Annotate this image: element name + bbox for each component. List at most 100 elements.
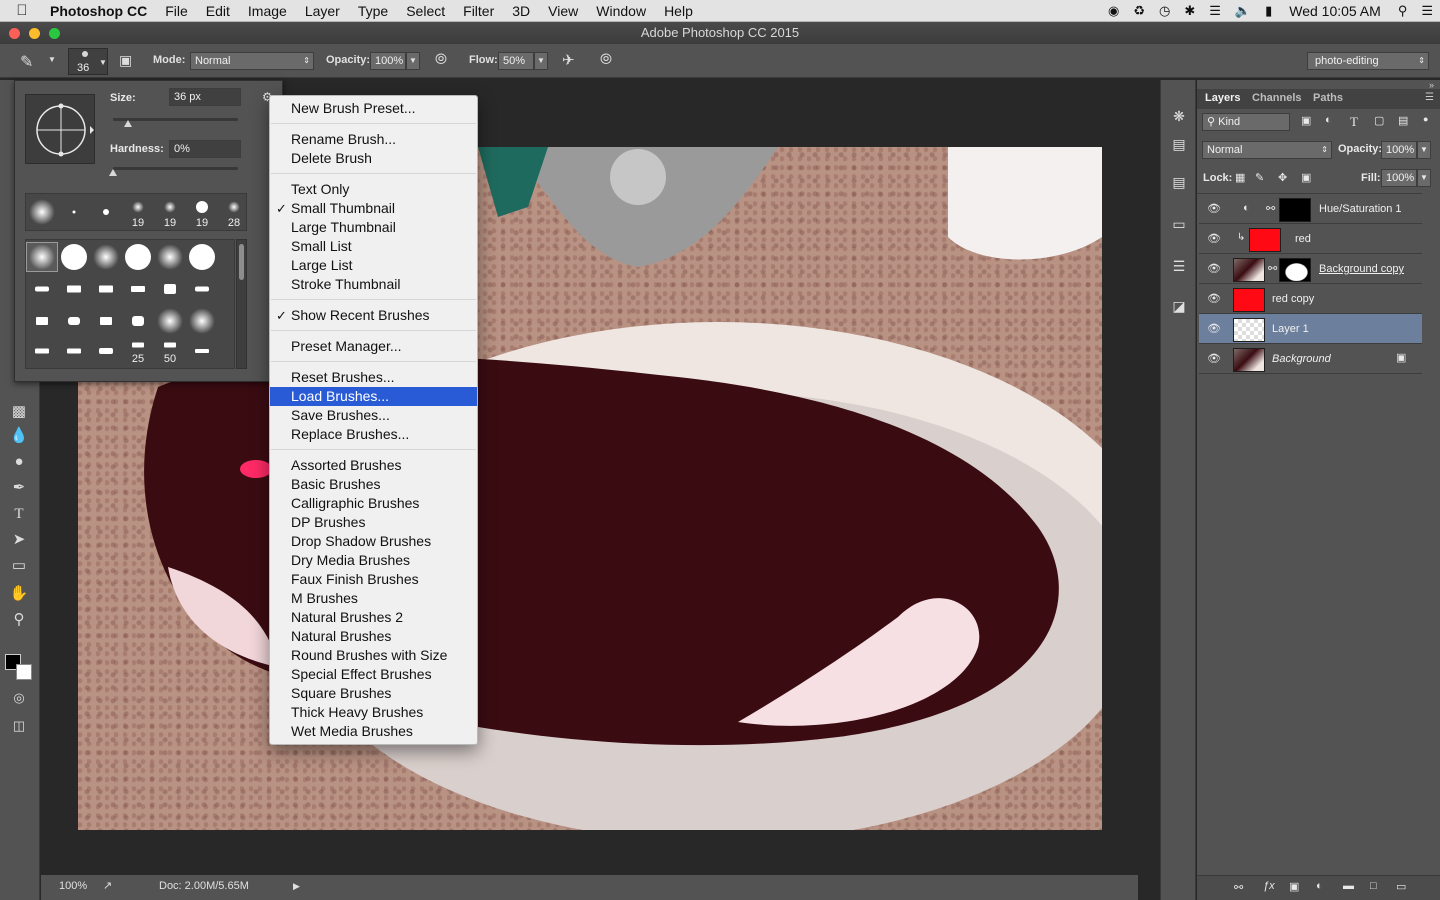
close-window-button[interactable] xyxy=(9,28,20,39)
export-icon[interactable]: ↗ xyxy=(103,879,112,892)
layer-row-red[interactable]: 👁 ↳ red xyxy=(1199,224,1422,254)
brush-angle-preview[interactable] xyxy=(25,94,95,164)
layer-row-hue-saturation[interactable]: 👁 ◐ ⚯ Hue/Saturation 1 xyxy=(1199,194,1422,224)
menu-item-large-thumbnail[interactable]: Large Thumbnail xyxy=(270,218,477,237)
minimize-window-button[interactable] xyxy=(29,28,40,39)
opacity-dropdown-icon[interactable]: ▼ xyxy=(406,52,420,70)
filter-type-icon[interactable]: T xyxy=(1350,114,1358,130)
hardness-slider[interactable] xyxy=(109,167,238,176)
menu-edit[interactable]: Edit xyxy=(197,0,239,22)
brush-preset[interactable] xyxy=(90,274,122,304)
brush-preset[interactable] xyxy=(26,274,58,304)
brush-preset[interactable] xyxy=(90,242,122,272)
visibility-eye-icon[interactable]: 👁 xyxy=(1207,292,1221,305)
layer-filter-kind-select[interactable]: ⚲ Kind xyxy=(1202,113,1290,131)
brush-preset[interactable] xyxy=(186,336,218,366)
layer-opacity-dropdown-icon[interactable]: ▼ xyxy=(1417,141,1431,159)
lock-transparent-icon[interactable]: ▦ xyxy=(1235,171,1245,184)
menu-item-calligraphic-brushes[interactable]: Calligraphic Brushes xyxy=(270,494,477,513)
layer-row-layer-1[interactable]: 👁 Layer 1 xyxy=(1199,314,1422,344)
fill-dropdown-icon[interactable]: ▼ xyxy=(1417,169,1431,187)
filter-toggle-icon[interactable]: ● xyxy=(1423,114,1428,124)
brush-preset[interactable] xyxy=(186,274,218,304)
fx-icon[interactable]: ƒx xyxy=(1263,880,1275,892)
brush-preset[interactable] xyxy=(122,306,154,336)
brush-preset[interactable] xyxy=(122,274,154,304)
menu-window[interactable]: Window xyxy=(587,0,655,22)
flow-dropdown-icon[interactable]: ▼ xyxy=(534,52,548,70)
zoom-window-button[interactable] xyxy=(49,28,60,39)
tab-channels[interactable]: Channels xyxy=(1252,92,1302,104)
layer-row-background-copy[interactable]: 👁 ⚯ Background copy xyxy=(1199,254,1422,284)
rectangle-tool-icon[interactable]: ▭ xyxy=(8,556,30,576)
visibility-eye-icon[interactable]: 👁 xyxy=(1207,262,1221,275)
brush-preset-25[interactable]: 25 xyxy=(122,336,154,366)
brush-preset[interactable] xyxy=(154,242,186,272)
recent-brush-small[interactable] xyxy=(90,197,122,227)
time-machine-icon[interactable]: ◷ xyxy=(1152,3,1177,19)
menu-item-rename-brush[interactable]: Rename Brush... xyxy=(270,130,477,149)
size-slider[interactable] xyxy=(113,118,238,127)
scrollbar-thumb[interactable] xyxy=(239,244,244,280)
menu-item-save-brushes[interactable]: Save Brushes... xyxy=(270,406,477,425)
menu-filter[interactable]: Filter xyxy=(454,0,503,22)
menu-item-dp-brushes[interactable]: DP Brushes xyxy=(270,513,477,532)
brush-preset[interactable] xyxy=(154,274,186,304)
filter-pixel-icon[interactable]: ▣ xyxy=(1301,114,1311,127)
pressure-opacity-icon[interactable]: ⦾ xyxy=(435,51,447,68)
layer-thumbnail[interactable] xyxy=(1249,228,1281,252)
brush-preset[interactable] xyxy=(58,274,90,304)
tool-preset-dropdown-icon[interactable]: ▼ xyxy=(48,55,56,64)
brush-preset[interactable] xyxy=(58,306,90,336)
link-layers-icon[interactable]: ⚯ xyxy=(1234,881,1243,894)
quick-mask-icon[interactable]: ◎ xyxy=(8,688,30,708)
lock-icon[interactable]: ▣ xyxy=(1396,351,1406,364)
layer-thumbnail[interactable] xyxy=(1233,258,1265,282)
filter-shape-icon[interactable]: ▢ xyxy=(1374,114,1384,127)
menu-item-small-list[interactable]: Small List xyxy=(270,237,477,256)
bluetooth-icon[interactable]: ✱ xyxy=(1177,3,1202,19)
chain-link-icon[interactable]: ⚯ xyxy=(1268,262,1277,275)
menu-item-replace-brushes[interactable]: Replace Brushes... xyxy=(270,425,477,444)
mode-select[interactable]: Normal ⇕ xyxy=(190,52,314,70)
properties-panel-icon[interactable]: ☰ xyxy=(1169,256,1189,276)
tab-layers[interactable]: Layers xyxy=(1205,92,1240,104)
menu-item-drop-shadow-brushes[interactable]: Drop Shadow Brushes xyxy=(270,532,477,551)
new-layer-icon[interactable]: □ xyxy=(1370,880,1377,892)
background-color-swatch[interactable] xyxy=(16,664,32,680)
visibility-eye-icon[interactable]: 👁 xyxy=(1207,232,1221,245)
menu-item-new-brush-preset[interactable]: New Brush Preset... xyxy=(270,99,477,118)
recent-brush-19b[interactable]: 19 xyxy=(154,194,186,230)
menu-help[interactable]: Help xyxy=(655,0,702,22)
document-size-info[interactable]: Doc: 2.00M/5.65M xyxy=(159,880,249,892)
add-mask-icon[interactable]: ▣ xyxy=(1289,880,1299,893)
layer-thumbnail[interactable] xyxy=(1233,288,1265,312)
recent-brush-soft-large[interactable] xyxy=(26,197,58,227)
menu-item-faux-finish-brushes[interactable]: Faux Finish Brushes xyxy=(270,570,477,589)
menu-item-natural-brushes-2[interactable]: Natural Brushes 2 xyxy=(270,608,477,627)
menu-layer[interactable]: Layer xyxy=(296,0,349,22)
menubar-clock[interactable]: Wed 10:05 AM xyxy=(1279,3,1391,19)
filter-smart-object-icon[interactable]: ▤ xyxy=(1398,114,1408,127)
menu-item-large-list[interactable]: Large List xyxy=(270,256,477,275)
opacity-input[interactable]: 100% xyxy=(370,52,406,70)
layer-thumbnail[interactable] xyxy=(1233,348,1265,372)
pen-tool-icon[interactable]: ✒ xyxy=(8,478,30,498)
menu-item-wet-media-brushes[interactable]: Wet Media Brushes xyxy=(270,722,477,741)
recent-brush-19c[interactable]: 19 xyxy=(186,194,218,230)
recent-brush-19a[interactable]: 19 xyxy=(122,194,154,230)
menu-item-basic-brushes[interactable]: Basic Brushes xyxy=(270,475,477,494)
dodge-tool-icon[interactable]: ● xyxy=(8,452,30,472)
blur-tool-icon[interactable]: 💧 xyxy=(8,426,30,446)
menu-item-show-recent-brushes[interactable]: ✓ Show Recent Brushes xyxy=(270,306,477,325)
brush-preset[interactable] xyxy=(154,306,186,336)
menu-item-m-brushes[interactable]: M Brushes xyxy=(270,589,477,608)
type-tool-icon[interactable]: T xyxy=(8,504,30,524)
app-menu[interactable]: Photoshop CC xyxy=(44,0,156,22)
hardness-input[interactable]: 0% xyxy=(169,140,241,158)
path-selection-tool-icon[interactable]: ➤ xyxy=(8,530,30,550)
lock-position-icon[interactable]: ✥ xyxy=(1278,171,1287,184)
menu-item-special-effect-brushes[interactable]: Special Effect Brushes xyxy=(270,665,477,684)
menu-item-assorted-brushes[interactable]: Assorted Brushes xyxy=(270,456,477,475)
layer-opacity-input[interactable]: 100% xyxy=(1381,141,1417,159)
